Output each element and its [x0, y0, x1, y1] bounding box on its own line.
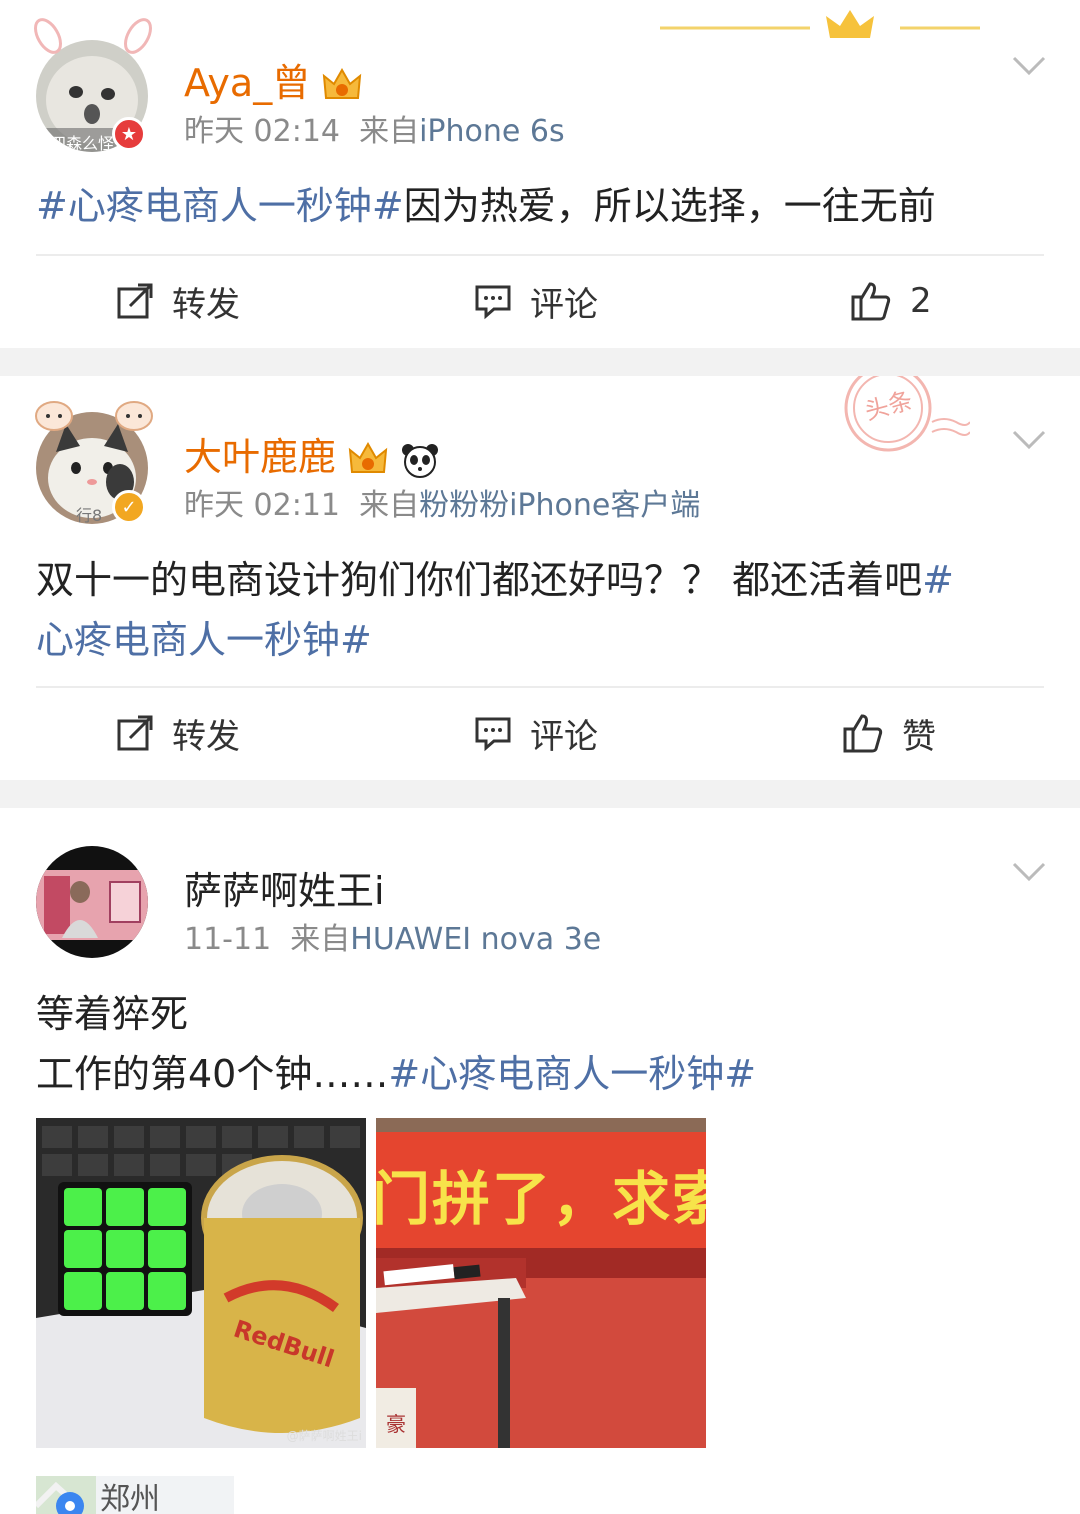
avatar-caption: 行8: [76, 506, 103, 524]
post-time: 昨天 02:11: [184, 488, 340, 523]
vip-crown-icon: [323, 67, 362, 99]
like-button[interactable]: 2: [850, 256, 932, 346]
banner-text: 门拼了，求索: [376, 1165, 706, 1233]
crown-decoration-icon: [660, 10, 980, 38]
comment-icon: [475, 285, 511, 320]
avatar-caption: 四森么怪: [50, 134, 115, 152]
repost-button[interactable]: 转发: [116, 256, 240, 346]
post-source[interactable]: iPhone 6s: [419, 114, 565, 149]
location-tag[interactable]: 郑州: [36, 1476, 234, 1514]
username[interactable]: Aya_曾: [184, 52, 362, 107]
weibo-feed: 四森么怪 ★ Aya_曾 昨天 02:14 来自iPhone 6s #心疼电商人…: [0, 0, 1080, 1514]
post-card: 萨萨啊姓王i 11-11 来自HUAWEI nova 3e 等着猝死 工作的第4…: [0, 808, 1080, 1514]
map-pin-icon: [36, 1476, 96, 1514]
image-watermark: @萨萨啊姓王i: [286, 1429, 362, 1443]
post-card: 头条 行8 ✓ 大叶鹿鹿 昨天 02:11 来自粉粉粉iPhone客户端 双十一…: [0, 364, 1080, 780]
post-content: 双十一的电商设计狗们你们都还好吗？？ 都还活着吧# 心疼电商人一秒钟#: [36, 558, 954, 662]
verified-yellow-badge-icon: ✓: [112, 490, 146, 524]
username[interactable]: 大叶鹿鹿: [184, 426, 440, 481]
hashtag-link[interactable]: #: [922, 558, 954, 602]
post-image[interactable]: RedBull @萨萨啊姓王i: [36, 1118, 366, 1448]
post-content: 等着猝死 工作的第40个钟……#心疼电商人一秒钟#: [36, 992, 757, 1096]
chevron-down-icon[interactable]: [1012, 430, 1046, 450]
panda-icon: [402, 443, 439, 478]
avatar[interactable]: [36, 846, 148, 958]
rubiks-cube-redbull-photo: [36, 1118, 366, 1448]
repost-icon: [117, 283, 153, 319]
thumbs-up-icon: [843, 714, 883, 753]
post-time: 昨天 02:14: [184, 114, 340, 149]
post-meta: 11-11 来自HUAWEI nova 3e: [184, 922, 602, 957]
action-bar: 转发 评论 赞: [0, 688, 1080, 778]
action-bar: 转发 评论 2: [0, 256, 1080, 346]
hashtag-link[interactable]: #心疼电商人一秒钟#: [36, 184, 404, 228]
post-image[interactable]: 门拼了，求索 豪: [376, 1118, 706, 1448]
hashtag-link[interactable]: 心疼电商人一秒钟#: [36, 618, 372, 662]
post-time: 11-11: [184, 922, 272, 957]
vip-crown-icon: [348, 441, 388, 473]
bunny-ears-icon: [34, 18, 152, 54]
verified-red-badge-icon: ★: [112, 117, 146, 151]
comment-button[interactable]: 评论: [474, 688, 598, 778]
like-count: 2: [910, 281, 932, 321]
like-button[interactable]: 赞: [842, 688, 936, 778]
name-card-text: 豪: [386, 1412, 406, 1436]
repost-icon: [117, 715, 153, 751]
thumbs-up-icon: [851, 282, 891, 321]
chevron-down-icon[interactable]: [1012, 862, 1046, 882]
post-meta: 昨天 02:14 来自iPhone 6s: [184, 114, 565, 149]
post-card: 四森么怪 ★ Aya_曾 昨天 02:14 来自iPhone 6s #心疼电商人…: [0, 0, 1080, 348]
comment-button[interactable]: 评论: [474, 256, 598, 346]
chevron-down-icon[interactable]: [1012, 56, 1046, 76]
headline-stamp: 头条: [820, 364, 971, 456]
hashtag-link[interactable]: #心疼电商人一秒钟#: [388, 1052, 756, 1096]
location-name: 郑州: [100, 1482, 160, 1514]
person-avatar-icon: [36, 846, 148, 958]
username[interactable]: 萨萨啊姓王i: [184, 860, 385, 915]
repost-button[interactable]: 转发: [116, 688, 240, 778]
post-source[interactable]: 粉粉粉iPhone客户端: [419, 488, 700, 523]
comment-icon: [475, 717, 511, 752]
post-source[interactable]: HUAWEI nova 3e: [350, 922, 601, 957]
cat-ears-decoration-icon: [35, 401, 153, 431]
post-meta: 昨天 02:11 来自粉粉粉iPhone客户端: [184, 488, 701, 523]
post-content: #心疼电商人一秒钟#因为热爱，所以选择，一往无前: [36, 184, 936, 228]
